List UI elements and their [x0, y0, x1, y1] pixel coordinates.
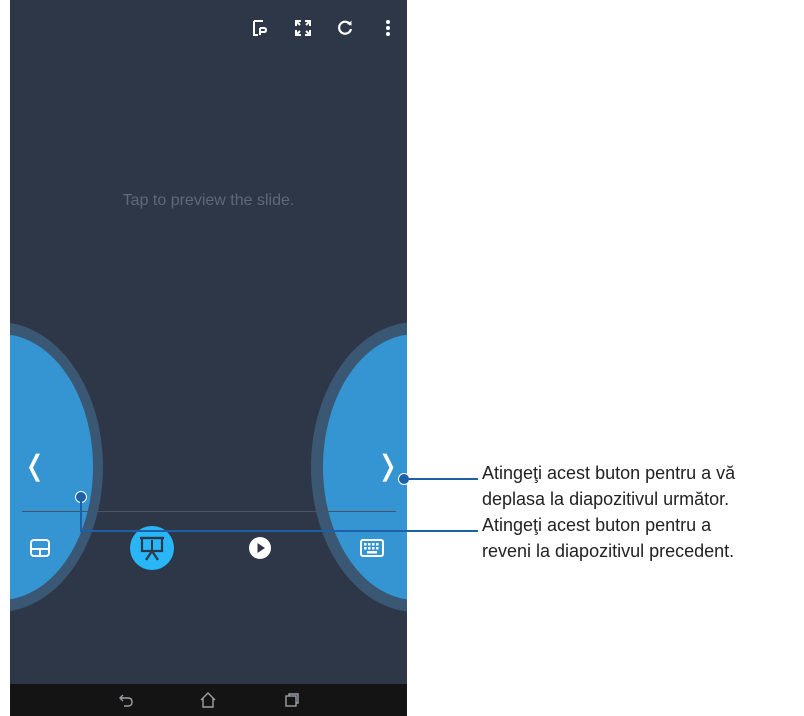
- keyboard-icon[interactable]: [350, 526, 394, 570]
- chevron-right-icon: ❭: [376, 450, 400, 481]
- home-icon[interactable]: [198, 690, 218, 710]
- previous-callout-line2: reveni la diapozitivul precedent.: [482, 541, 735, 561]
- fullscreen-icon[interactable]: [291, 16, 315, 40]
- back-icon[interactable]: [116, 690, 136, 710]
- play-icon[interactable]: [238, 526, 282, 570]
- more-options-icon[interactable]: [376, 16, 400, 40]
- next-callout-line: [408, 478, 478, 480]
- presentation-icon[interactable]: [130, 526, 174, 570]
- divider: [22, 511, 396, 512]
- chevron-left-icon: ❬: [23, 450, 47, 481]
- next-callout-line1: Atingeţi acest buton pentru a vă: [482, 463, 736, 483]
- previous-callout-text: Atingeţi acest buton pentru a reveni la …: [482, 512, 734, 564]
- presenter-notes-icon[interactable]: [248, 16, 272, 40]
- preview-hint[interactable]: Tap to preview the slide.: [10, 192, 407, 210]
- system-navigation-bar: [10, 684, 407, 716]
- refresh-icon[interactable]: [333, 16, 357, 40]
- previous-callout-line1: Atingeţi acest buton pentru a: [482, 515, 712, 535]
- next-callout-line2: deplasa la diapozitivul următor.: [482, 489, 730, 509]
- recent-apps-icon[interactable]: [282, 690, 302, 710]
- next-callout-text: Atingeţi acest buton pentru a vă deplasa…: [482, 460, 735, 512]
- previous-callout-hline: [80, 530, 478, 532]
- phone-screen: Tap to preview the slide. ❬ ❭: [10, 0, 407, 716]
- previous-callout-vline: [80, 500, 82, 532]
- layout-icon[interactable]: [18, 526, 62, 570]
